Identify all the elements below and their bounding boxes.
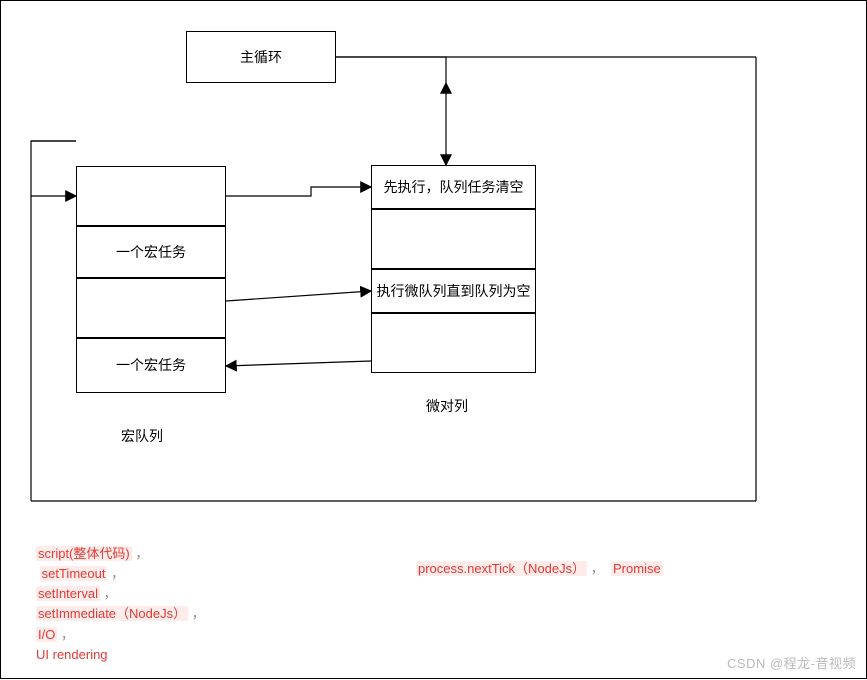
diagram-canvas: 主循环 一个宏任务 一个宏任务 宏队列 先执行，队列任务清空 执行微队列直到队列… bbox=[0, 0, 867, 679]
macro-ex-settimeout-text: setTimeout bbox=[40, 566, 108, 581]
macro-item-1: 一个宏任务 bbox=[116, 356, 186, 374]
macro-examples: script(整体代码) ， setTimeout ， setInterval … bbox=[36, 544, 205, 665]
micro-slot-2: 执行微队列直到队列为空 bbox=[371, 269, 536, 313]
macro-ex-setinterval-text: setInterval bbox=[36, 586, 100, 601]
macro-ex-io: I/O ， bbox=[36, 625, 205, 645]
macro-ex-settimeout: setTimeout ， bbox=[36, 564, 205, 584]
sep: ， bbox=[111, 566, 124, 581]
watermark: CSDN @程龙-音视频 bbox=[727, 653, 856, 672]
sep: ， bbox=[61, 627, 74, 642]
macro-ex-io-text: I/O bbox=[36, 627, 57, 642]
macro-ex-uirender-text: UI rendering bbox=[36, 647, 108, 662]
macro-ex-setinterval: setInterval ， bbox=[36, 584, 205, 604]
macro-ex-uirender: UI rendering bbox=[36, 645, 205, 665]
macro-slot-2 bbox=[76, 278, 226, 338]
sep: ， bbox=[591, 561, 604, 576]
macro-ex-setimmediate-text: setImmediate（NodeJs） bbox=[36, 606, 188, 621]
micro-step-0: 先执行，队列任务清空 bbox=[384, 178, 524, 196]
macro-ex-script: script(整体代码) ， bbox=[36, 544, 205, 564]
micro-ex-promise: Promise bbox=[611, 561, 663, 576]
micro-slot-0: 先执行，队列任务清空 bbox=[371, 165, 536, 209]
micro-ex-nexttick: process.nextTick（NodeJs） bbox=[416, 561, 587, 576]
sep: ， bbox=[104, 586, 117, 601]
main-loop-label: 主循环 bbox=[240, 48, 282, 66]
macro-item-0: 一个宏任务 bbox=[116, 243, 186, 261]
macro-ex-script-text: script(整体代码) bbox=[36, 546, 132, 561]
micro-slot-3 bbox=[371, 313, 536, 373]
sep: ， bbox=[135, 546, 148, 561]
macro-queue-label: 宏队列 bbox=[121, 426, 163, 446]
micro-queue-label: 微对列 bbox=[426, 396, 468, 416]
micro-step-1: 执行微队列直到队列为空 bbox=[377, 282, 531, 300]
micro-examples: process.nextTick（NodeJs） ， Promise bbox=[416, 559, 663, 579]
macro-slot-0 bbox=[76, 166, 226, 226]
macro-ex-setimmediate: setImmediate（NodeJs） ， bbox=[36, 604, 205, 624]
macro-slot-1: 一个宏任务 bbox=[76, 226, 226, 278]
micro-slot-1 bbox=[371, 209, 536, 269]
box-main-loop: 主循环 bbox=[186, 31, 336, 83]
macro-slot-3: 一个宏任务 bbox=[76, 338, 226, 393]
sep: ， bbox=[192, 606, 205, 621]
